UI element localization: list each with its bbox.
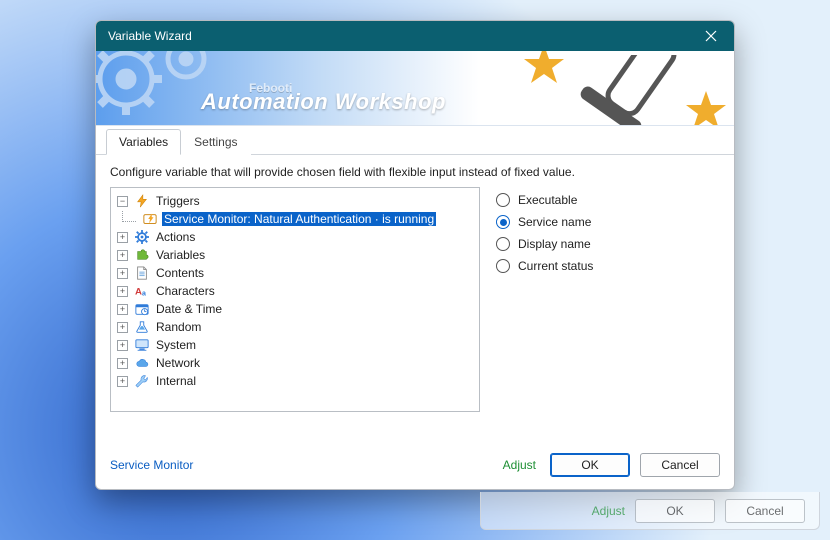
monitor-icon [134, 337, 150, 353]
close-button[interactable] [696, 21, 726, 51]
flask-icon [134, 319, 150, 335]
tab-settings[interactable]: Settings [181, 129, 250, 155]
radio-label: Executable [518, 193, 577, 207]
tree-node-actions[interactable]: + Actions [113, 228, 477, 246]
tree-node-label: Characters [154, 284, 217, 298]
radio-display-name[interactable]: Display name [496, 233, 720, 255]
service-icon [142, 211, 158, 227]
tree-node-label: Internal [154, 374, 198, 388]
ok-button[interactable]: OK [550, 453, 630, 477]
tree-node-system[interactable]: + System [113, 336, 477, 354]
svg-text:A: A [135, 287, 142, 298]
radio-label: Display name [518, 237, 591, 251]
tree-node-variables[interactable]: + Variables [113, 246, 477, 264]
bolt-icon [134, 193, 150, 209]
wrench-icon [134, 373, 150, 389]
radio-circle-icon [496, 215, 510, 229]
radio-circle-icon [496, 193, 510, 207]
tree-node-contents[interactable]: + Contents [113, 264, 477, 282]
expand-toggle[interactable]: + [117, 340, 128, 351]
expand-toggle[interactable]: + [117, 358, 128, 369]
radio-service-name[interactable]: Service name [496, 211, 720, 233]
radio-executable[interactable]: Executable [496, 189, 720, 211]
adjust-link-ghost: Adjust [592, 504, 625, 518]
banner: Febooti Automation Workshop [96, 51, 734, 126]
content-pane: Configure variable that will provide cho… [96, 155, 734, 443]
tree-node-label: Random [154, 320, 203, 334]
tree-node-label: System [154, 338, 198, 352]
close-icon [705, 30, 717, 42]
tree-node-network[interactable]: + Network [113, 354, 477, 372]
banner-text: Febooti Automation Workshop [201, 81, 446, 115]
footer: Service Monitor Adjust OK Cancel [96, 443, 734, 489]
variable-wizard-window: Variable Wizard [95, 20, 735, 490]
puzzle-icon [134, 247, 150, 263]
body-row: − Triggers Service Monitor: Natural Authen… [110, 187, 720, 443]
wand-icon [564, 55, 694, 125]
collapse-toggle[interactable]: − [117, 196, 128, 207]
tree-node-internal[interactable]: + Internal [113, 372, 477, 390]
cancel-button-ghost: Cancel [725, 499, 805, 523]
expand-toggle[interactable]: + [117, 250, 128, 261]
tree-connector [122, 211, 136, 222]
radio-label: Current status [518, 259, 593, 273]
expand-toggle[interactable]: + [117, 376, 128, 387]
tree-pane[interactable]: − Triggers Service Monitor: Natural Authen… [110, 187, 480, 412]
tree-node-label: Network [154, 356, 202, 370]
description-text: Configure variable that will provide cho… [110, 165, 720, 179]
cancel-button[interactable]: Cancel [640, 453, 720, 477]
tree-node-triggers[interactable]: − Triggers [113, 192, 477, 210]
tree-node-service-monitor-natural-authentication-is-running[interactable]: Service Monitor: Natural Authentication … [113, 210, 477, 228]
radio-circle-icon [496, 237, 510, 251]
tree-node-random[interactable]: + Random [113, 318, 477, 336]
tab-variables[interactable]: Variables [106, 129, 181, 155]
tree-node-label: Service Monitor: Natural Authentication … [162, 212, 436, 226]
radio-label: Service name [518, 215, 591, 229]
tree-node-label: Triggers [154, 194, 202, 208]
radio-current-status[interactable]: Current status [496, 255, 720, 277]
star-icon [524, 51, 564, 85]
radio-circle-icon [496, 259, 510, 273]
titlebar: Variable Wizard [96, 21, 734, 51]
expand-toggle[interactable]: + [117, 232, 128, 243]
expand-toggle[interactable]: + [117, 304, 128, 315]
chars-icon: Aa [134, 283, 150, 299]
product-label: Automation Workshop [201, 89, 446, 115]
cloud-icon [134, 355, 150, 371]
radio-pane: Executable Service name Display name Curren… [492, 187, 720, 443]
tab-bar: Variables Settings [96, 128, 734, 155]
expand-toggle[interactable]: + [117, 322, 128, 333]
gear-icon [134, 229, 150, 245]
background-window-footer: Adjust OK Cancel [480, 492, 820, 530]
ok-button-ghost: OK [635, 499, 715, 523]
svg-text:a: a [142, 290, 146, 297]
tree-node-label: Date & Time [154, 302, 224, 316]
window-title: Variable Wizard [108, 29, 696, 43]
tree-node-label: Variables [154, 248, 207, 262]
expand-toggle[interactable]: + [117, 286, 128, 297]
adjust-link[interactable]: Adjust [503, 458, 536, 472]
tree-node-characters[interactable]: + Aa Characters [113, 282, 477, 300]
tree-node-label: Contents [154, 266, 206, 280]
tree-node-label: Actions [154, 230, 197, 244]
clock-icon [134, 301, 150, 317]
service-monitor-link[interactable]: Service Monitor [110, 458, 193, 472]
doc-icon [134, 265, 150, 281]
tree-node-date-time[interactable]: + Date & Time [113, 300, 477, 318]
expand-toggle[interactable]: + [117, 268, 128, 279]
